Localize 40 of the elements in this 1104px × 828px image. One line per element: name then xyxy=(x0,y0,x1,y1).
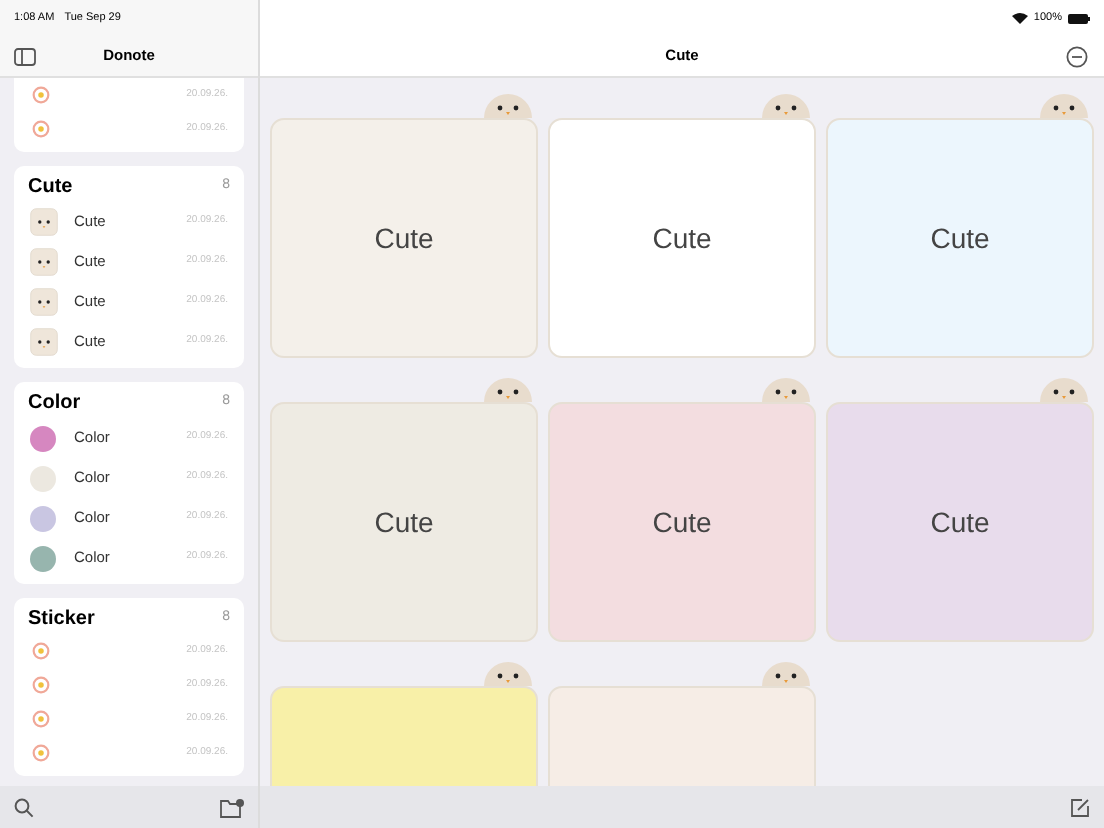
card-label: Cute xyxy=(652,219,712,257)
animal-head-icon xyxy=(482,374,534,402)
card-label: Cute xyxy=(930,503,990,541)
card-label: Cute xyxy=(930,219,990,257)
note-card[interactable]: Cute xyxy=(548,402,816,642)
folder-add-icon[interactable] xyxy=(220,797,244,817)
sticker-icon xyxy=(30,118,52,140)
note-card[interactable]: Cute xyxy=(826,118,1094,358)
animal-icon xyxy=(30,248,58,276)
animal-icon xyxy=(30,288,58,316)
group-title: Color xyxy=(28,389,81,417)
note-card[interactable]: Cute xyxy=(270,118,538,358)
note-card[interactable]: Cute xyxy=(826,402,1094,642)
sticker-icon xyxy=(30,708,52,730)
animal-head-icon xyxy=(482,90,534,118)
note-card[interactable]: Cute xyxy=(548,118,816,358)
animal-head-icon xyxy=(760,90,812,118)
more-icon[interactable] xyxy=(1066,45,1088,67)
animal-icon xyxy=(30,208,58,236)
wifi-icon xyxy=(1011,12,1028,24)
card-label: Cute xyxy=(374,503,434,541)
group-title: Cute xyxy=(28,173,73,201)
animal-head-icon xyxy=(482,658,534,686)
sticker-icon xyxy=(30,640,52,662)
compose-icon[interactable] xyxy=(1070,797,1090,817)
animal-head-icon xyxy=(1038,90,1090,118)
animal-head-icon xyxy=(760,658,812,686)
animal-icon xyxy=(30,328,58,356)
sidebar-toggle-icon[interactable] xyxy=(14,47,36,65)
animal-head-icon xyxy=(1038,374,1090,402)
search-icon[interactable] xyxy=(14,797,34,817)
battery-icon xyxy=(1068,13,1090,23)
animal-head-icon xyxy=(760,374,812,402)
sticker-icon xyxy=(30,742,52,764)
note-card[interactable]: Cute xyxy=(270,402,538,642)
card-label: Cute xyxy=(652,503,712,541)
group-title: Sticker xyxy=(28,605,95,633)
sticker-icon xyxy=(30,84,52,106)
card-label: Cute xyxy=(374,219,434,257)
sticker-icon xyxy=(30,674,52,696)
